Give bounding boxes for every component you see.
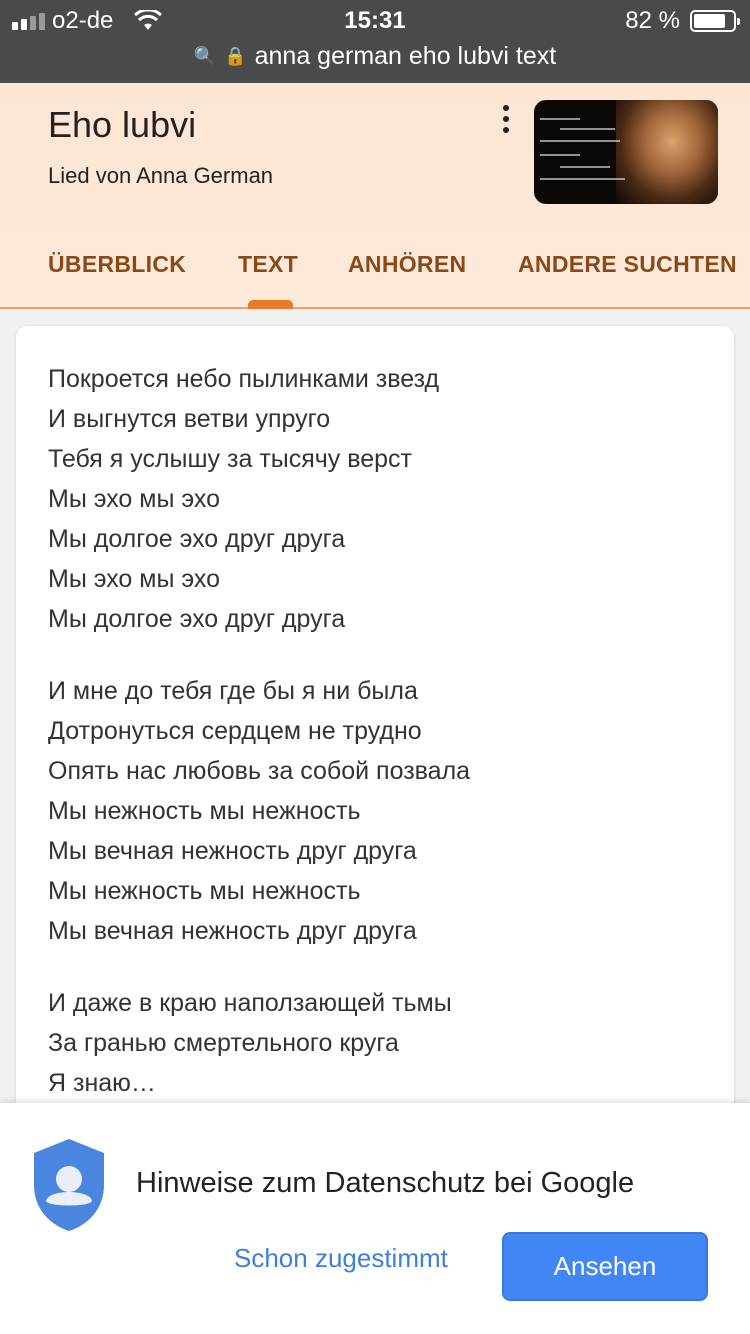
lyric-line: Мы вечная нежность друг друга (48, 837, 417, 865)
active-tab-indicator (248, 300, 293, 309)
lyric-line: Мы вечная нежность друг друга (48, 917, 417, 945)
lyric-line: Я знаю… (48, 1069, 156, 1097)
song-title: Eho lubvi (48, 104, 197, 145)
lyric-line: Мы нежность мы нежность (48, 797, 361, 825)
lyric-line: За гранью смертельного круга (48, 1029, 399, 1057)
lyric-line: Покроется небо пылинками звезд (48, 365, 440, 393)
lyric-line: И мне до тебя где бы я ни была (48, 677, 418, 705)
lyrics-stanza-3: И даже в краю наползающей тьмы За гранью… (48, 983, 452, 1103)
lyrics-stanza-1: Покроется небо пылинками звезд И выгнутс… (48, 359, 439, 639)
lyric-line: Дотронуться сердцем не трудно (48, 717, 422, 745)
shield-user-icon (34, 1139, 104, 1231)
search-icon: 🔍 (193, 45, 217, 66)
lyric-line: И даже в краю наползающей тьмы (48, 989, 452, 1017)
lyrics-stanza-2: И мне до тебя где бы я ни была Дотронуть… (48, 671, 470, 951)
tab-lyrics[interactable]: TEXT (238, 251, 298, 278)
more-options-icon[interactable] (494, 103, 518, 135)
lock-icon: 🔒 (224, 45, 247, 66)
already-agreed-button[interactable]: Schon zugestimmt (234, 1243, 448, 1274)
status-bar: o2-de 15:31 82 % (0, 0, 750, 40)
tab-listen[interactable]: ANHÖREN (348, 251, 466, 278)
view-privacy-button[interactable]: Ansehen (502, 1232, 708, 1301)
song-subtitle: Lied von Anna German (48, 163, 274, 188)
privacy-title: Hinweise zum Datenschutz bei Google (136, 1167, 635, 1199)
tab-overview[interactable]: ÜBERBLICK (48, 251, 186, 278)
lyric-line: Мы эхо мы эхо (48, 485, 220, 513)
song-thumbnail[interactable] (534, 100, 718, 204)
battery-icon (690, 10, 740, 32)
lyric-line: Мы эхо мы эхо (48, 565, 220, 593)
lyric-line: Мы нежность мы нежность (48, 877, 361, 905)
lyric-line: Тебя я услышу за тысячу верст (48, 445, 413, 473)
url-text[interactable]: anna german eho lubvi text (255, 42, 557, 71)
browser-top-bar: o2-de 15:31 82 % 🔍 🔒 anna german eho lub… (0, 0, 750, 83)
lyric-line: Мы долгое эхо друг друга (48, 525, 346, 553)
lyric-line: Мы долгое эхо друг друга (48, 605, 346, 633)
privacy-notice-sheet: Hinweise zum Datenschutz bei Google Scho… (0, 1103, 750, 1334)
battery-percentage: 82 % (625, 7, 680, 34)
url-bar[interactable]: 🔍 🔒 anna german eho lubvi text (0, 40, 750, 72)
tab-people-also-search[interactable]: ANDERE SUCHTEN (518, 251, 737, 278)
tab-bar: ÜBERBLICK TEXT ANHÖREN ANDERE SUCHTEN (0, 245, 750, 285)
lyric-line: И выгнутся ветви упруго (48, 405, 331, 433)
lyric-line: Опять нас любовь за собой позвала (48, 757, 471, 785)
